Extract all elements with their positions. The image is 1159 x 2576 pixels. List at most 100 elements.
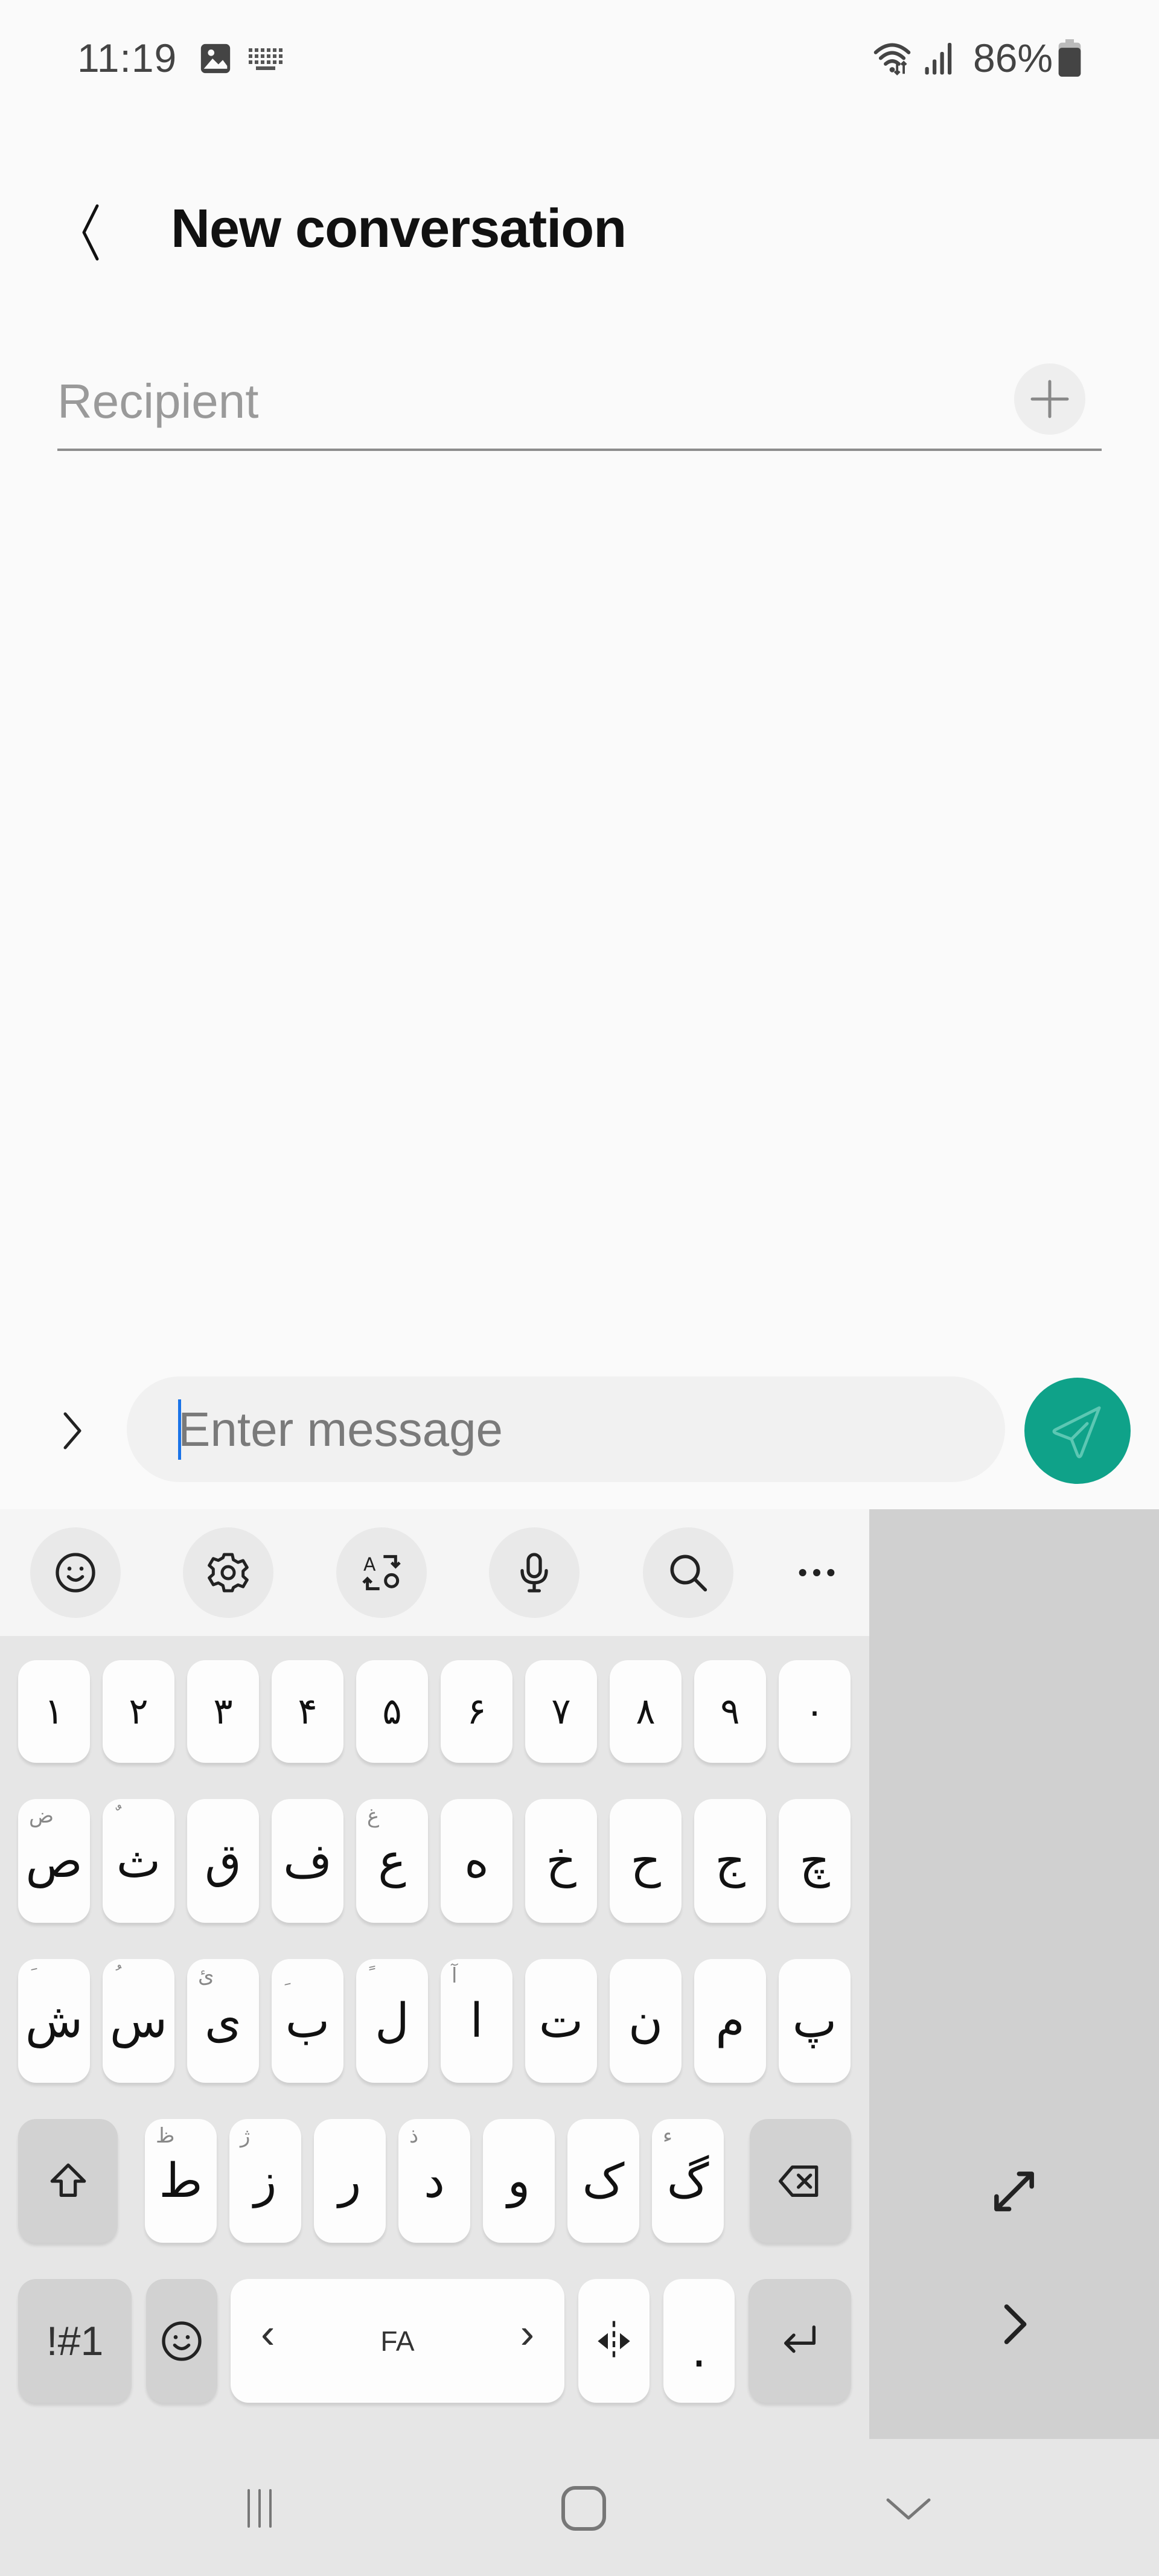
letter-key[interactable]: ِب <box>272 1959 343 2083</box>
emoji-icon <box>162 2321 202 2361</box>
key-label: ۱ <box>44 1690 64 1733</box>
letter-key[interactable]: ح <box>610 1799 682 1923</box>
period-key[interactable]: . <box>663 2279 735 2403</box>
number-key[interactable]: ۸ <box>610 1660 682 1763</box>
emoji-key[interactable] <box>146 2279 217 2403</box>
letter-key[interactable]: ٌث <box>103 1799 174 1923</box>
letter-key[interactable]: چ <box>779 1799 851 1923</box>
hide-keyboard-button[interactable] <box>860 2469 957 2548</box>
chevron-right-icon <box>1004 2304 1027 2344</box>
shift-icon <box>50 2163 86 2197</box>
key-hint: آ <box>452 1964 458 1988</box>
wifi-icon <box>873 43 911 75</box>
toolbar-settings-button[interactable] <box>183 1527 273 1618</box>
letter-key[interactable]: ه <box>441 1799 512 1923</box>
keyboard: A !#1 ‹ FA › . ۱ ۲ ۳ ۴ ۵ ۶ ۷ ۸ ۹ ۰ ض ص ث… <box>0 1509 1159 2439</box>
letter-key[interactable]: ئی <box>187 1959 259 2083</box>
letter-key[interactable]: ًل <box>356 1959 428 2083</box>
backspace-key[interactable] <box>750 2119 851 2243</box>
key-label: ه <box>464 1833 489 1888</box>
toolbar-translate-button[interactable]: A <box>336 1527 427 1618</box>
letter-key[interactable]: ذد <box>398 2119 470 2243</box>
letter-key[interactable]: پ <box>779 1959 851 2083</box>
key-hint: ء <box>663 2124 672 2148</box>
recents-icon <box>247 2489 272 2528</box>
enter-key[interactable] <box>749 2279 851 2403</box>
text-cursor <box>178 1399 181 1460</box>
key-label: پ <box>792 1993 837 2048</box>
send-button[interactable] <box>1024 1378 1131 1484</box>
letter-key[interactable]: ج <box>694 1799 766 1923</box>
plus-icon <box>1030 380 1069 418</box>
key-label: ۴ <box>298 1690 318 1733</box>
letter-key[interactable]: خ <box>525 1799 597 1923</box>
number-key[interactable]: ۴ <box>272 1660 343 1763</box>
number-key[interactable]: ۲ <box>103 1660 174 1763</box>
back-button[interactable] <box>63 199 118 266</box>
symbols-key[interactable]: !#1 <box>18 2279 132 2403</box>
key-label: د <box>424 2153 445 2208</box>
cursor-control-key[interactable] <box>578 2279 650 2403</box>
letter-key[interactable]: ق <box>187 1799 259 1923</box>
letter-key[interactable]: ن <box>610 1959 682 2083</box>
shift-key[interactable] <box>18 2119 118 2243</box>
home-button[interactable] <box>535 2469 632 2548</box>
keyboard-icon <box>249 48 283 70</box>
navigation-bar <box>0 2439 1159 2576</box>
key-label: ب <box>285 1993 330 2048</box>
number-key[interactable]: ۵ <box>356 1660 428 1763</box>
resize-icon <box>994 2172 1034 2211</box>
key-label: ۷ <box>551 1690 571 1733</box>
letter-key[interactable]: و <box>483 2119 555 2243</box>
key-label: ۵ <box>382 1690 402 1733</box>
key-label: خ <box>546 1833 576 1888</box>
key-label: ط <box>159 2153 203 2208</box>
number-key[interactable]: ۶ <box>441 1660 512 1763</box>
space-key[interactable]: ‹ FA › <box>231 2279 564 2403</box>
clock: 11:19 <box>77 36 177 80</box>
recipient-input[interactable] <box>57 362 993 441</box>
language-prev-icon: ‹ <box>261 2310 275 2357</box>
page-title: New conversation <box>171 199 627 259</box>
letter-key[interactable]: ظط <box>145 2119 217 2243</box>
letter-key[interactable]: ف <box>272 1799 343 1923</box>
send-icon <box>1052 1406 1101 1459</box>
toolbar-search-button[interactable] <box>643 1527 733 1618</box>
key-label: ق <box>205 1833 241 1888</box>
key-label: ح <box>630 1833 661 1888</box>
number-key[interactable]: ۰ <box>779 1660 851 1763</box>
letter-key[interactable]: ت <box>525 1959 597 2083</box>
letter-key[interactable]: غع <box>356 1799 428 1923</box>
number-key[interactable]: ۱ <box>18 1660 90 1763</box>
letter-key[interactable]: َش <box>18 1959 90 2083</box>
letter-key[interactable]: م <box>694 1959 766 2083</box>
letter-key[interactable]: آا <box>441 1959 512 2083</box>
letter-key[interactable]: ر <box>314 2119 386 2243</box>
key-label: ۶ <box>467 1690 487 1733</box>
recents-button[interactable] <box>211 2469 308 2548</box>
letter-key[interactable]: ُس <box>103 1959 174 2083</box>
letter-key[interactable]: ضص <box>18 1799 90 1923</box>
status-bar: 11:19 86% <box>0 0 1159 115</box>
letter-key[interactable]: ک <box>567 2119 639 2243</box>
key-label: ع <box>378 1833 406 1888</box>
number-key[interactable]: ۷ <box>525 1660 597 1763</box>
home-icon <box>561 2486 606 2531</box>
resize-keyboard-button[interactable] <box>984 2161 1044 2222</box>
number-key[interactable]: ۳ <box>187 1660 259 1763</box>
letter-key[interactable]: ءگ <box>652 2119 724 2243</box>
key-hint: ض <box>29 1804 54 1828</box>
message-input[interactable] <box>178 1389 963 1470</box>
number-key[interactable]: ۹ <box>694 1660 766 1763</box>
toolbar-more-button[interactable] <box>771 1527 862 1618</box>
add-recipient-button[interactable] <box>1014 363 1085 435</box>
toolbar-emoji-button[interactable] <box>30 1527 121 1618</box>
key-hint: ئ <box>198 1964 214 1988</box>
letter-key[interactable]: ژز <box>229 2119 301 2243</box>
key-label: ۰ <box>805 1690 825 1733</box>
more-icon <box>799 1569 835 1576</box>
toolbar-voice-button[interactable] <box>489 1527 580 1618</box>
key-label: ف <box>283 1833 332 1888</box>
expand-options-button[interactable] <box>54 1401 91 1461</box>
side-panel-next-button[interactable] <box>984 2294 1044 2354</box>
